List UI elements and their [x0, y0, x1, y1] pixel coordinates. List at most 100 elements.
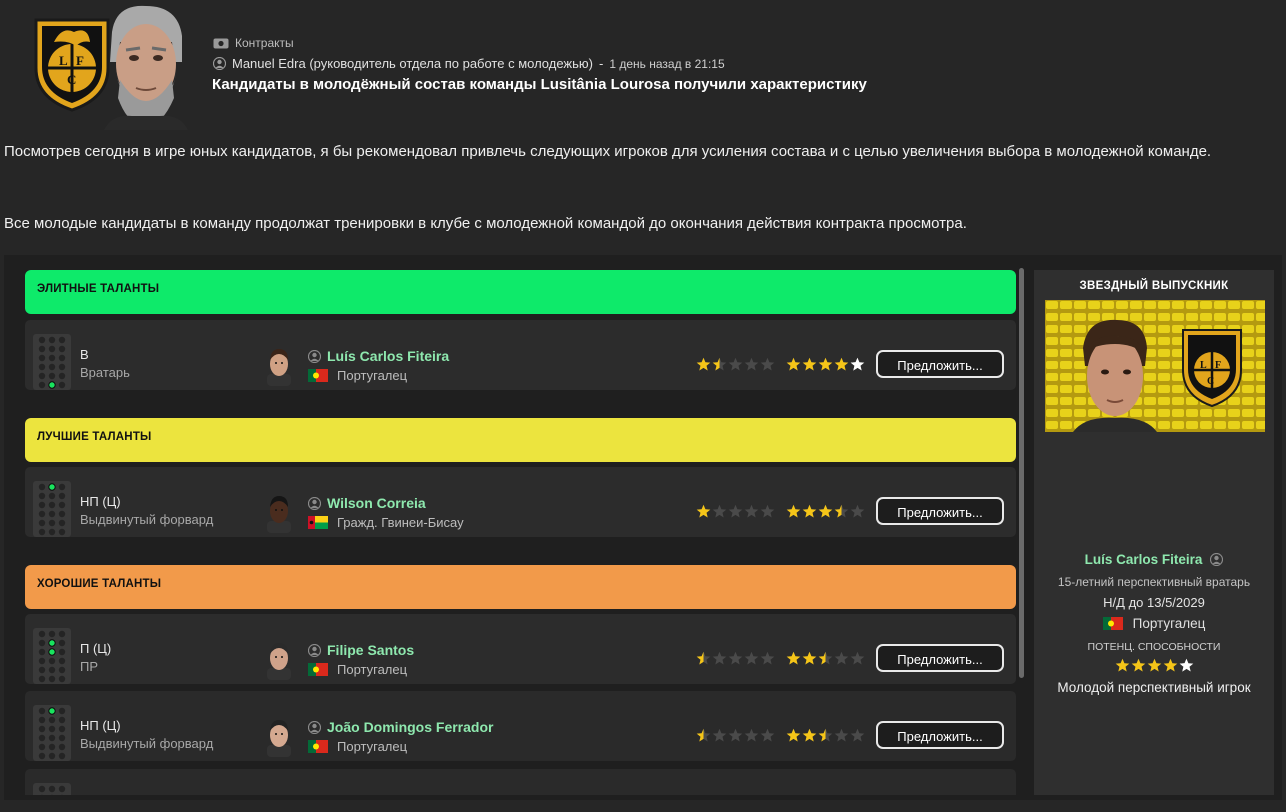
star-full-icon: [1131, 658, 1145, 672]
contract-icon: [213, 38, 229, 48]
list-scrollbar[interactable]: [1019, 268, 1024, 678]
player-avatar: [267, 496, 291, 533]
star-graduate-name[interactable]: Luís Carlos Fiteira: [1085, 552, 1203, 567]
star-half-icon: [1179, 658, 1193, 672]
player-name[interactable]: Luís Carlos Fiteira: [327, 348, 449, 364]
player-nationality: Португалец: [337, 739, 408, 754]
player-name-line: Luís Carlos Fiteira: [308, 348, 449, 364]
svg-text:L: L: [1200, 360, 1207, 371]
player-nationality-line: Португалец: [308, 739, 407, 754]
player-name[interactable]: Filipe Santos: [327, 642, 414, 658]
star-half-icon: [818, 651, 833, 665]
star-empty-icon: [728, 504, 743, 518]
category-label: Контракты: [235, 36, 294, 50]
star-full-icon: [1147, 658, 1161, 672]
player-row[interactable]: НП (Ц) Выдвинутый форвард João Domingos …: [25, 691, 1016, 761]
player-role: Вратарь: [80, 365, 130, 380]
position-pitch-icon: [33, 481, 71, 537]
star-full-icon: [1115, 658, 1129, 672]
message-time: 1 день назад в 21:15: [609, 56, 725, 71]
star-empty-icon: [712, 504, 727, 518]
player-nationality-line: Португалец: [308, 662, 407, 677]
portugal-flag-icon: [308, 369, 328, 382]
potential-ability-stars: [786, 728, 865, 743]
message-title: Кандидаты в молодёжный состав команды Lu…: [212, 76, 867, 93]
star-empty-icon: [760, 651, 775, 665]
svg-text:F: F: [76, 53, 84, 68]
player-avatar: [267, 349, 291, 386]
player-name[interactable]: João Domingos Ferrador: [327, 719, 493, 735]
star-empty-icon: [744, 357, 759, 371]
portugal-flag-icon: [308, 740, 328, 753]
star-graduate-nationality-line: Португалец: [1034, 616, 1274, 631]
star-full-icon: [802, 651, 817, 665]
player-nationality-line: Португалец: [308, 368, 407, 383]
svg-text:C: C: [1207, 376, 1214, 387]
star-full-icon: [786, 357, 801, 371]
person-icon: [1210, 553, 1224, 566]
star-graduate-photo: L F C: [1045, 300, 1265, 432]
player-name[interactable]: Wilson Correia: [327, 495, 426, 511]
player-row[interactable]: П (Ц) ПР Filipe Santos Португалец Предло…: [25, 614, 1016, 684]
star-empty-icon: [744, 651, 759, 665]
offer-button[interactable]: Предложить...: [876, 721, 1004, 749]
category-good: ХОРОШИЕ ТАЛАНТЫ: [25, 565, 1016, 609]
star-empty-icon: [850, 651, 865, 665]
position-pitch-icon: [33, 334, 71, 390]
separator: -: [598, 56, 604, 71]
star-full-icon: [802, 357, 817, 371]
player-nationality: Португалец: [337, 368, 408, 383]
star-full-icon: [802, 728, 817, 742]
player-name-line: João Domingos Ferrador: [308, 719, 493, 735]
potential-ability-stars: [786, 651, 865, 666]
player-nationality: Португалец: [337, 662, 408, 677]
star-empty-icon: [712, 651, 727, 665]
player-row-partial[interactable]: [25, 769, 1016, 795]
person-icon: [308, 349, 321, 363]
player-nationality: Гражд. Гвинеи-Бисау: [337, 515, 464, 530]
star-half-icon: [696, 728, 711, 742]
message-paragraph-1: Посмотрев сегодня в игре юных кандидатов…: [4, 143, 1212, 160]
svg-text:L: L: [59, 53, 68, 68]
position-pitch-icon: [33, 628, 71, 684]
star-empty-icon: [850, 504, 865, 518]
star-full-icon: [696, 357, 711, 371]
message-paragraph-2: Все молодые кандидаты в команду продолжа…: [4, 215, 967, 232]
star-empty-icon: [744, 504, 759, 518]
offer-button[interactable]: Предложить...: [876, 497, 1004, 525]
star-graduate-contract: Н/Д до 13/5/2029: [1103, 595, 1205, 610]
message-sender-line: Manuel Edra (руководитель отдела по рабо…: [213, 56, 725, 71]
svg-text:C: C: [67, 72, 76, 87]
current-ability-stars: [696, 728, 775, 743]
player-row[interactable]: В Вратарь Luís Carlos Fiteira Португалец…: [25, 320, 1016, 390]
star-empty-icon: [728, 728, 743, 742]
svg-text:F: F: [1215, 360, 1221, 371]
star-empty-icon: [760, 357, 775, 371]
person-icon: [308, 720, 321, 734]
star-full-icon: [786, 651, 801, 665]
star-graduate-nationality: Португалец: [1132, 616, 1206, 631]
star-empty-icon: [760, 504, 775, 518]
star-empty-icon: [712, 728, 727, 742]
player-position: НП (Ц): [80, 494, 121, 509]
offer-button[interactable]: Предложить...: [876, 350, 1004, 378]
star-graduate-name-line: Luís Carlos Fiteira: [1034, 552, 1274, 567]
player-nationality-line: Гражд. Гвинеи-Бисау: [308, 515, 464, 530]
star-graduate-title: ЗВЕЗДНЫЙ ВЫПУСКНИК: [1079, 280, 1229, 292]
player-position: П (Ц): [80, 641, 112, 656]
category-elite: ЭЛИТНЫЕ ТАЛАНТЫ: [25, 270, 1016, 314]
player-position: В: [80, 347, 89, 362]
star-empty-icon: [834, 728, 849, 742]
star-empty-icon: [850, 728, 865, 742]
position-pitch-icon: [33, 705, 71, 761]
person-icon: [213, 57, 226, 70]
offer-button[interactable]: Предложить...: [876, 644, 1004, 672]
star-half-icon: [818, 728, 833, 742]
person-icon: [308, 496, 321, 510]
current-ability-stars: [696, 504, 775, 519]
star-half-icon: [712, 357, 727, 371]
star-full-icon: [786, 504, 801, 518]
star-empty-icon: [760, 728, 775, 742]
sender-name[interactable]: Manuel Edra (руководитель отдела по рабо…: [232, 56, 593, 71]
player-row[interactable]: НП (Ц) Выдвинутый форвард Wilson Correia…: [25, 467, 1016, 537]
